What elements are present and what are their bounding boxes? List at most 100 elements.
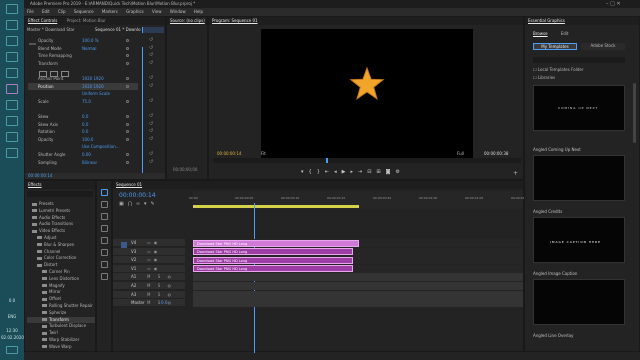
effect-property-row[interactable]: Rotation 0.0 ↺	[28, 128, 153, 136]
effects-tree-item[interactable]: Magnify	[27, 283, 95, 290]
windows-start-icon[interactable]	[6, 4, 18, 14]
property-value[interactable]: Bilinear	[82, 159, 97, 167]
reset-icon[interactable]: ↺	[149, 60, 153, 68]
clock-time[interactable]: 12:30	[1, 328, 23, 333]
effect-property-row[interactable]: Opacity 100.0 % ↺	[28, 37, 153, 45]
video-clip[interactable]: Download Star PNG HD Long	[193, 265, 353, 273]
selection-tool-icon[interactable]	[101, 189, 108, 196]
keyframe-icon[interactable]	[126, 99, 129, 103]
effects-tree-item[interactable]: Mirror	[27, 289, 95, 296]
property-value[interactable]: 100.0 %	[82, 37, 99, 45]
premiere-app-icon[interactable]	[6, 84, 18, 94]
effect-property-row[interactable]	[28, 105, 138, 113]
effect-property-row[interactable]: Transform ↺	[28, 60, 153, 68]
keyframe-icon[interactable]	[126, 114, 129, 118]
notification-icon[interactable]	[6, 346, 18, 354]
reset-icon[interactable]: ↺	[149, 159, 153, 167]
property-value[interactable]: 1920 1920	[82, 75, 104, 83]
track-header[interactable]: V3 ▭◉	[113, 247, 185, 256]
effect-property-row[interactable]: Sampling Bilinear ↺	[28, 159, 153, 167]
effects-tree-item[interactable]: Lens Distortion	[27, 276, 95, 283]
settings-icon[interactable]: ⚙	[395, 169, 404, 175]
app-icon[interactable]	[6, 132, 18, 142]
effect-property-row[interactable]: Opacity 100.0 ↺	[28, 136, 153, 144]
track-lane[interactable]	[193, 273, 523, 282]
app-icon[interactable]	[6, 100, 18, 110]
task-view-icon[interactable]	[6, 36, 18, 46]
track-lane[interactable]	[193, 282, 523, 291]
track-select-tool-icon[interactable]	[101, 201, 108, 208]
source-clip-label[interactable]: Master * Download Star	[27, 27, 93, 33]
video-clip[interactable]: Download Star PNG HD Long	[193, 248, 353, 256]
property-value[interactable]: 0.0	[82, 128, 88, 136]
tab-edit[interactable]: Edit	[561, 31, 569, 36]
track-header[interactable]: V2 ▭◉	[113, 256, 185, 265]
go-to-in-icon[interactable]: ⇤	[325, 169, 334, 175]
program-timecode[interactable]: 00:00:00:14	[217, 151, 241, 156]
track-header[interactable]: A1 M S ◍	[113, 273, 185, 282]
eg-search-input[interactable]	[533, 57, 625, 63]
step-back-icon[interactable]: ◂	[334, 169, 342, 175]
effects-tree-item[interactable]: Offset	[27, 296, 95, 303]
effect-property-row[interactable]: Blend Mode Normal ↺	[28, 45, 153, 53]
effects-tree-item[interactable]: Color Correction	[27, 255, 95, 262]
keyframe-icon[interactable]	[126, 84, 129, 88]
video-clip[interactable]: Download Star PNG HD Long	[193, 256, 353, 264]
reset-icon[interactable]: ↺	[149, 75, 153, 83]
track-lane[interactable]	[193, 299, 523, 308]
menu-markers[interactable]: Markers	[102, 9, 118, 14]
property-value[interactable]: Use Composition...	[82, 143, 120, 151]
template-thumbnail[interactable]: COMING UP NEXT	[533, 85, 625, 131]
tab-effect-controls[interactable]: Effect Controls	[28, 17, 57, 25]
reset-icon[interactable]: ↺	[149, 151, 153, 159]
tab-program[interactable]: Program: Sequence 01	[212, 17, 258, 25]
reset-icon[interactable]: ↺	[149, 45, 153, 53]
search-icon[interactable]	[6, 20, 18, 30]
track-header[interactable]: A2 M S ◍	[113, 282, 185, 291]
lift-icon[interactable]: ⊟	[367, 169, 376, 175]
effect-property-row[interactable]: Use Composition...	[28, 143, 138, 151]
ellipse-mask-icon[interactable]	[39, 71, 47, 77]
master-volume-value[interactable]: 0.0	[161, 300, 167, 305]
menu-help[interactable]: Help	[194, 9, 203, 14]
effects-tree-item[interactable]: Rolling Shutter Repair	[27, 303, 95, 310]
program-video-frame[interactable]	[261, 29, 473, 159]
source-timecode[interactable]: 00;00;00;00	[173, 167, 197, 172]
local-templates-checkbox[interactable]: ☐ Local Templates Folder	[533, 67, 583, 72]
reset-icon[interactable]: ↺	[149, 113, 153, 121]
menu-file[interactable]: File	[27, 9, 34, 14]
nest-icon[interactable]: ▣	[119, 201, 128, 207]
effect-property-row[interactable]: Shutter Angle 0.00 ↺	[28, 151, 153, 159]
tab-project[interactable]: Project: Motion Blur	[67, 17, 106, 25]
track-audio-controls[interactable]: M S ◍	[147, 274, 174, 279]
linked-selection-icon[interactable]: ∞	[136, 201, 144, 207]
track-lane[interactable]	[193, 290, 523, 299]
menu-view[interactable]: View	[152, 9, 162, 14]
keyframe-icon[interactable]	[126, 76, 129, 80]
export-frame-icon[interactable]: ◙	[386, 169, 396, 175]
menu-clip[interactable]: Clip	[58, 9, 66, 14]
effect-property-row[interactable]: Skew 0.0 ↺	[28, 113, 153, 121]
property-value[interactable]: 100.0	[82, 136, 93, 144]
effect-property-row[interactable]: Scale 75.0 ↺	[28, 98, 153, 106]
go-to-out-icon[interactable]: ⇥	[358, 169, 367, 175]
effect-property-row[interactable]: Time Remapping ↺	[28, 52, 153, 60]
libraries-checkbox[interactable]: ☐ Libraries	[533, 75, 555, 80]
tab-effects[interactable]: Effects	[28, 181, 42, 189]
track-audio-controls[interactable]: M S ◍	[147, 292, 174, 297]
effects-tree-item[interactable]: Blur & Sharpen	[27, 242, 95, 249]
add-button-icon[interactable]: +	[513, 170, 518, 177]
effects-tree-item[interactable]: Spherize	[27, 310, 95, 317]
reset-icon[interactable]: ↺	[149, 83, 153, 91]
my-templates-button[interactable]: My Templates	[533, 43, 577, 50]
hand-tool-icon[interactable]	[101, 261, 108, 268]
extract-icon[interactable]: ⊞	[376, 169, 385, 175]
track-audio-controls[interactable]: M S ◍	[147, 283, 174, 288]
time-ruler[interactable]: 00:00 00:00:00:05 00:00:00:10 00:00:00:15 00…	[189, 191, 529, 209]
sequence-clip-label[interactable]: Sequence 01 * Downlo...	[95, 27, 141, 33]
keyframe-icon[interactable]	[126, 39, 129, 42]
source-patch-v1[interactable]	[121, 242, 127, 248]
language-indicator[interactable]: ENG	[1, 314, 23, 319]
keyframe-icon[interactable]	[126, 122, 129, 126]
ec-playhead[interactable]	[142, 47, 143, 177]
